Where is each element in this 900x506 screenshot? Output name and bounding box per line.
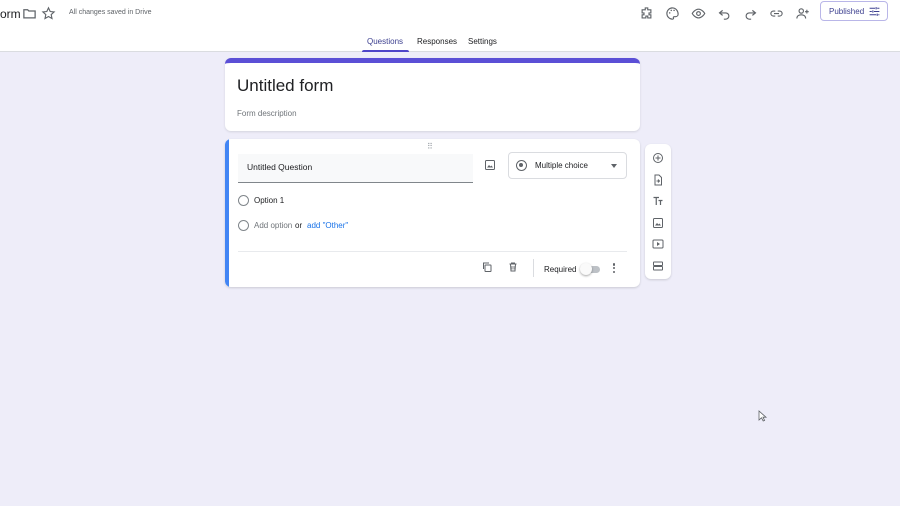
import-questions-icon[interactable] xyxy=(651,173,665,187)
add-title-text-icon[interactable] xyxy=(651,194,665,208)
document-title[interactable]: orm xyxy=(0,7,21,21)
folder-icon[interactable] xyxy=(20,4,38,22)
tab-settings[interactable]: Settings xyxy=(468,37,497,46)
footer-separator xyxy=(533,259,534,277)
tab-responses[interactable]: Responses xyxy=(417,37,457,46)
add-collaborator-icon[interactable] xyxy=(793,4,811,22)
divider xyxy=(238,251,627,252)
required-toggle-knob[interactable] xyxy=(580,263,592,275)
form-description[interactable]: Form description xyxy=(237,109,297,118)
redo-icon[interactable] xyxy=(741,4,759,22)
or-text: or xyxy=(295,221,303,230)
add-section-icon[interactable] xyxy=(651,259,665,273)
form-title[interactable]: Untitled form xyxy=(237,76,333,96)
required-label: Required xyxy=(544,265,577,274)
add-image-icon[interactable] xyxy=(482,157,498,173)
palette-icon[interactable] xyxy=(663,4,681,22)
question-type-dropdown[interactable]: Multiple choice xyxy=(508,152,627,179)
star-icon[interactable] xyxy=(39,4,57,22)
tab-questions[interactable]: Questions xyxy=(367,37,403,46)
top-app-bar: orm All changes saved in Drive Published… xyxy=(0,0,900,52)
option-radio-icon xyxy=(238,195,249,206)
add-video-icon[interactable] xyxy=(651,237,665,251)
mouse-cursor-icon xyxy=(758,409,768,422)
form-tabs: Questions Responses Settings xyxy=(0,36,900,52)
add-option-link[interactable]: Add option xyxy=(254,221,292,230)
active-question-accent xyxy=(225,139,229,287)
floating-toolbar xyxy=(645,144,671,279)
save-status: All changes saved in Drive xyxy=(69,9,152,16)
drag-handle-icon[interactable]: ⠿ xyxy=(427,142,434,151)
add-other-link[interactable]: add "Other" xyxy=(307,221,348,230)
tune-icon xyxy=(869,7,880,16)
question-title-input[interactable]: Untitled Question xyxy=(238,154,473,183)
undo-icon[interactable] xyxy=(715,4,733,22)
question-card[interactable]: ⠿ Untitled Question Multiple choice Opti… xyxy=(225,139,640,287)
add-ons-icon[interactable] xyxy=(637,4,655,22)
add-question-icon[interactable] xyxy=(651,151,665,165)
option-label[interactable]: Option 1 xyxy=(254,196,284,205)
published-button[interactable]: Published xyxy=(820,1,888,21)
add-image-icon[interactable] xyxy=(651,216,665,230)
published-label: Published xyxy=(829,6,865,16)
duplicate-icon[interactable] xyxy=(480,260,494,274)
active-tab-indicator xyxy=(362,50,409,52)
dropdown-arrow-icon xyxy=(611,164,617,168)
more-options-icon[interactable] xyxy=(610,261,618,275)
radio-button-icon xyxy=(516,160,527,171)
question-type-label: Multiple choice xyxy=(535,161,588,170)
link-icon[interactable] xyxy=(767,4,785,22)
form-title-card: Untitled form Form description xyxy=(225,58,640,131)
delete-icon[interactable] xyxy=(506,260,520,274)
preview-eye-icon[interactable] xyxy=(689,4,707,22)
option-radio-icon xyxy=(238,220,249,231)
